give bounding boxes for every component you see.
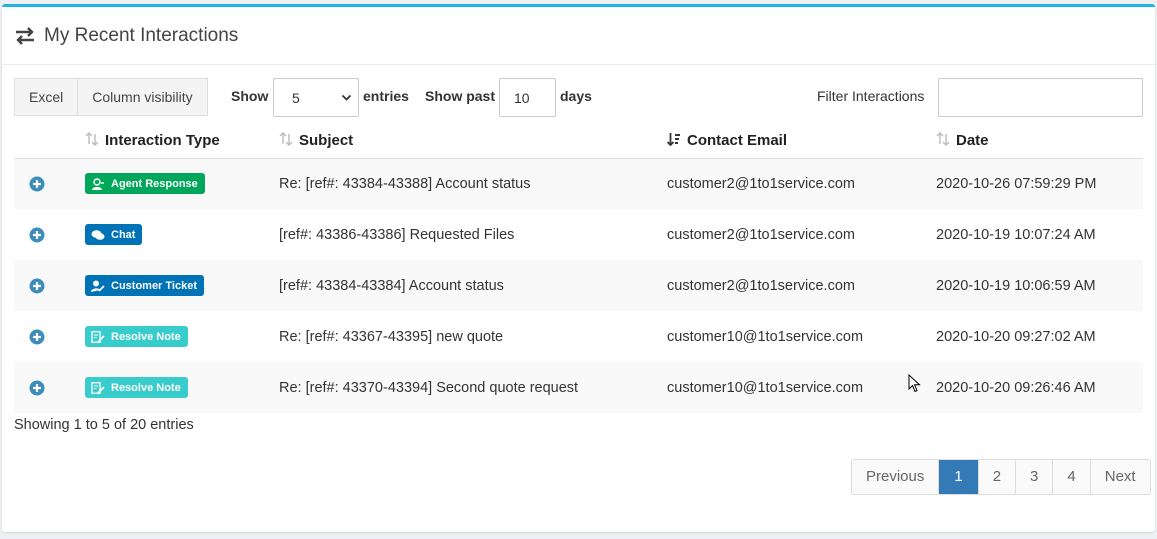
days-input[interactable]: 10	[499, 78, 556, 117]
interaction-type-badge: Resolve Note	[85, 377, 188, 398]
filter-label: Filter Interactions	[817, 88, 925, 104]
next-page-button[interactable]: Next	[1089, 460, 1150, 494]
table-row[interactable]: Agent Response Re: [ref#: 43384-43388] A…	[14, 158, 1143, 209]
file-signature-icon	[91, 381, 105, 394]
interaction-type-badge: Chat	[85, 224, 143, 245]
date-cell: 2020-10-19 10:07:24 AM	[936, 226, 1096, 243]
column-header-label: Subject	[299, 132, 354, 150]
mouse-pointer-icon	[908, 374, 921, 393]
date-cell: 2020-10-26 07:59:29 PM	[936, 175, 1097, 192]
sort-arrows-icon	[279, 132, 293, 147]
plus-circle-icon[interactable]	[29, 329, 45, 345]
interaction-type-badge: Resolve Note	[85, 326, 188, 347]
sort-arrows-icon	[85, 132, 99, 147]
page-button-3[interactable]: 3	[1015, 460, 1053, 494]
entries-select-value: 5	[292, 90, 300, 106]
sort-arrows-icon	[936, 132, 950, 147]
pagination: Previous 1 2 3 4 Next	[851, 459, 1151, 495]
contact-email-link[interactable]: customer2@1to1service.com	[667, 209, 936, 260]
table-header-row: Interaction Type Subject Contact Email D…	[14, 124, 1143, 159]
date-cell: 2020-10-20 09:26:46 AM	[936, 379, 1096, 396]
date-cell: 2020-10-19 10:06:59 AM	[936, 277, 1096, 294]
column-header-subject[interactable]: Subject	[279, 124, 667, 159]
table-row[interactable]: Resolve Note Re: [ref#: 43370-43394] Sec…	[14, 362, 1143, 413]
show-label: Show	[231, 88, 269, 104]
chevron-down-icon	[341, 94, 352, 101]
badge-label: Resolve Note	[111, 381, 181, 394]
contact-email-link[interactable]: customer2@1to1service.com	[667, 158, 936, 209]
badge-label: Resolve Note	[111, 330, 181, 343]
plus-circle-icon[interactable]	[29, 227, 45, 243]
interaction-type-badge: Agent Response	[85, 173, 205, 195]
column-header-label: Contact Email	[687, 132, 788, 150]
panel-header: My Recent Interactions	[2, 7, 1155, 65]
expand-column-header	[14, 124, 85, 159]
table-toolbar: Excel Column visibility Show 5 entries S…	[14, 74, 1143, 117]
export-button-group: Excel Column visibility	[14, 78, 208, 116]
table-row[interactable]: Chat [ref#: 43386-43386] Requested Files…	[14, 209, 1143, 260]
table-info: Showing 1 to 5 of 20 entries	[14, 417, 194, 433]
contact-email-link[interactable]: customer10@1to1service.com	[667, 362, 936, 413]
column-header-date[interactable]: Date	[936, 124, 1143, 159]
page-button-2[interactable]: 2	[977, 460, 1016, 494]
show-past-label: Show past	[425, 88, 496, 104]
interaction-type-badge: Customer Ticket	[85, 275, 204, 296]
filter-interactions-input[interactable]	[938, 78, 1143, 117]
badge-label: Customer Ticket	[111, 279, 197, 292]
table-row[interactable]: Resolve Note Re: [ref#: 43367-43395] new…	[14, 311, 1143, 362]
column-header-label: Interaction Type	[105, 132, 220, 150]
page-button-1[interactable]: 1	[938, 460, 978, 494]
subject-cell: [ref#: 43386-43386] Requested Files	[279, 226, 515, 243]
plus-circle-icon[interactable]	[29, 176, 45, 192]
table-row[interactable]: Customer Ticket [ref#: 43384-43384] Acco…	[14, 260, 1143, 311]
column-header-label: Date	[956, 132, 989, 150]
entries-label: entries	[363, 88, 409, 104]
file-signature-icon	[91, 330, 105, 343]
user-headset-icon	[92, 178, 104, 190]
subject-cell: [ref#: 43384-43384] Account status	[279, 277, 504, 294]
column-header-contact-email[interactable]: Contact Email	[667, 124, 936, 159]
recent-interactions-panel: My Recent Interactions Excel Column visi…	[2, 4, 1155, 532]
badge-label: Agent Response	[111, 177, 198, 190]
plus-circle-icon[interactable]	[29, 380, 45, 396]
sort-amount-down-icon	[667, 133, 680, 147]
plus-circle-icon[interactable]	[29, 278, 45, 294]
contact-email-link[interactable]: customer10@1to1service.com	[667, 311, 936, 362]
subject-cell: Re: [ref#: 43370-43394] Second quote req…	[279, 379, 579, 396]
date-cell: 2020-10-20 09:27:02 AM	[936, 328, 1096, 345]
badge-label: Chat	[111, 228, 136, 241]
column-header-interaction-type[interactable]: Interaction Type	[85, 124, 279, 159]
page-button-4[interactable]: 4	[1052, 460, 1090, 494]
exchange-arrows-icon	[16, 26, 34, 45]
excel-button[interactable]: Excel	[14, 78, 79, 116]
subject-cell: Re: [ref#: 43384-43388] Account status	[279, 175, 531, 192]
user-edit-icon	[91, 280, 105, 292]
chat-bubbles-icon	[91, 229, 105, 240]
previous-page-button[interactable]: Previous	[852, 460, 939, 494]
entries-select[interactable]: 5	[273, 78, 359, 117]
panel-title: My Recent Interactions	[44, 24, 239, 46]
subject-cell: Re: [ref#: 43367-43395] new quote	[279, 328, 504, 345]
days-label: days	[560, 88, 592, 104]
interactions-table: Interaction Type Subject Contact Email D…	[14, 124, 1143, 413]
column-visibility-button[interactable]: Column visibility	[78, 78, 208, 116]
contact-email-link[interactable]: customer2@1to1service.com	[667, 260, 936, 311]
